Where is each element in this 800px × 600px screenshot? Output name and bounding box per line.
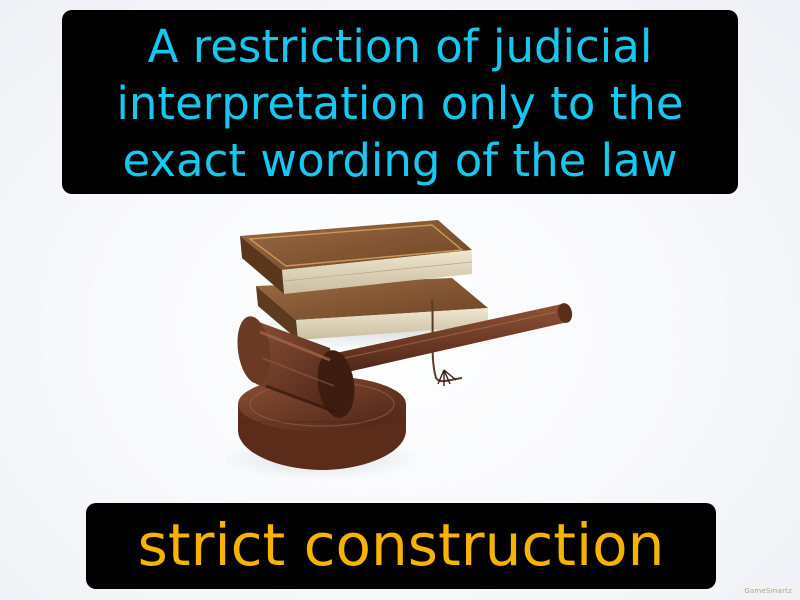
definition-line-2: interpretation only to the bbox=[116, 77, 684, 130]
definition-box: A restriction of judicial interpretation… bbox=[62, 10, 738, 194]
definition-line-3: exact wording of the law bbox=[122, 134, 678, 187]
term-box: strict construction bbox=[86, 503, 716, 589]
definition-line-1: A restriction of judicial bbox=[147, 20, 653, 73]
gavel-and-books-illustration bbox=[226, 220, 573, 480]
term-title: strict construction bbox=[137, 511, 665, 579]
watermark-text: GameSmartz bbox=[744, 587, 792, 595]
tassel bbox=[437, 369, 457, 386]
